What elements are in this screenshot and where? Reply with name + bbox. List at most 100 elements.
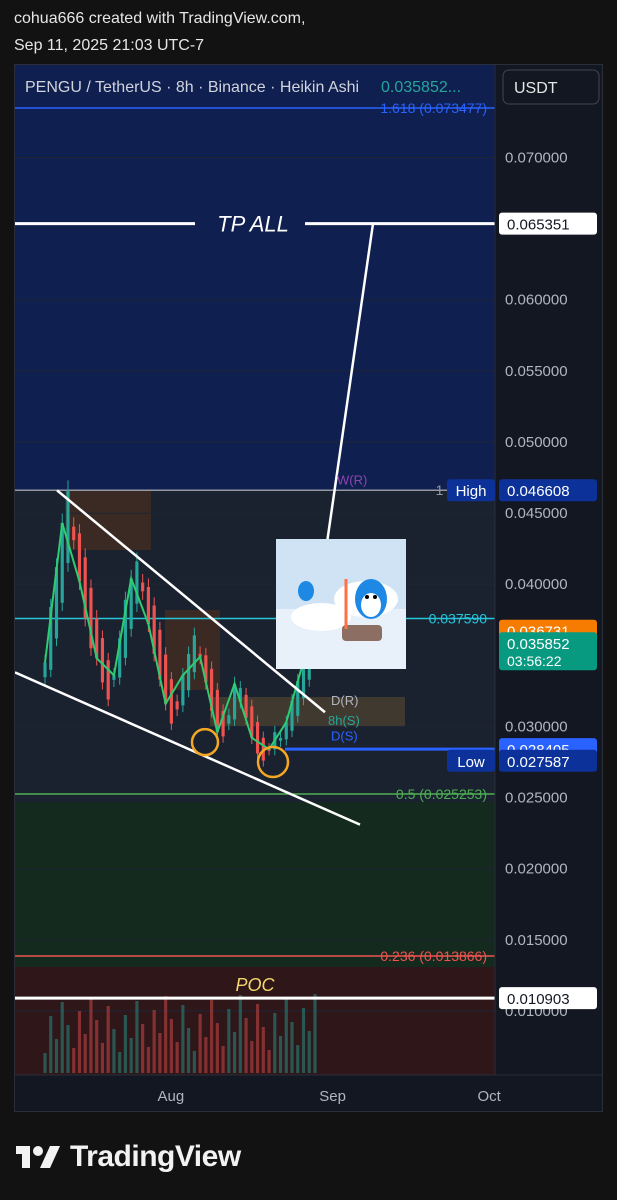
wr-label: W(R) (337, 472, 367, 487)
volume-bar (152, 1010, 156, 1073)
volume-bar (60, 1002, 64, 1073)
candle (187, 653, 191, 691)
symbol-title: PENGU / TetherUS · 8h · Binance · Heikin… (25, 79, 359, 96)
volume-bar (95, 1020, 99, 1073)
penguin-sticker-image (276, 539, 406, 669)
candle (72, 526, 76, 541)
candle (43, 662, 47, 678)
brand-name: TradingView (70, 1140, 241, 1173)
volume-bar (296, 1045, 300, 1073)
volume-bar (198, 1014, 202, 1073)
price-tag-value: 0.046608 (507, 483, 570, 500)
price-tag-badge-label: High (456, 483, 487, 500)
candle (227, 715, 231, 724)
candle (100, 638, 105, 683)
currency-label: USDT (514, 80, 558, 97)
volume-bar (66, 1025, 70, 1073)
volume-bar (106, 1006, 110, 1073)
volume-bar (112, 1029, 116, 1073)
volume-bar (301, 1008, 306, 1073)
y-tick-label: 0.060000 (505, 292, 568, 309)
volume-bar (164, 996, 168, 1073)
volume-bar (181, 1005, 185, 1073)
tradingview-logo-icon (16, 1146, 60, 1168)
volume-bar (49, 1016, 53, 1073)
x-tick-label: Oct (477, 1088, 501, 1105)
volume-bar (135, 1001, 139, 1073)
price-tag-countdown: 03:56:22 (507, 653, 562, 669)
volume-bar (118, 1052, 122, 1073)
tp-label: TP ALL (217, 212, 289, 237)
price-tag-value: 0.027587 (507, 754, 570, 771)
volume-bar (146, 1047, 150, 1073)
volume-bar (72, 1048, 76, 1073)
y-tick-label: 0.070000 (505, 149, 568, 166)
candle (278, 737, 283, 741)
volume-bar (129, 1038, 133, 1073)
fib-label: 1.618 (0.073477) (380, 100, 487, 116)
volume-bar (267, 1050, 271, 1073)
volume-bar (43, 1053, 47, 1073)
chart-frame[interactable]: 1.618 (0.073477)1 (0.0460.0375900.5 (0.0… (14, 64, 603, 1112)
volume-bar (187, 1028, 191, 1073)
tradingview-logo[interactable]: TradingView (16, 1140, 241, 1174)
y-tick-label: 0.045000 (505, 505, 568, 522)
support-zone (15, 802, 495, 967)
volume-bar (123, 1015, 128, 1073)
volume-bar (77, 1011, 82, 1073)
target-zone (15, 65, 495, 490)
volume-bar (83, 1034, 87, 1073)
volume-bar (169, 1019, 173, 1073)
volume-bar (141, 1024, 145, 1073)
volume-bar (290, 1022, 294, 1073)
fib-label: 0.236 (0.013866) (380, 948, 487, 964)
volume-bar (192, 1051, 196, 1073)
price-tag-value: 0.065351 (507, 217, 570, 234)
timestamp-line: Sep 11, 2025 21:03 UTC-7 (14, 37, 205, 54)
volume-bar (250, 1041, 254, 1073)
price-tag-value: 0.035852 (507, 636, 570, 653)
volume-bar (313, 994, 317, 1073)
volume-bar (204, 1037, 208, 1073)
volume-bar (273, 1013, 277, 1073)
fib-label: 0.037590 (429, 611, 488, 627)
volume-bar (158, 1033, 162, 1073)
y-tick-label: 0.050000 (505, 434, 568, 451)
volume-bar (232, 1032, 237, 1073)
volume-bar (261, 1027, 265, 1073)
candle (255, 722, 260, 754)
author-line: cohua666 created with TradingView.com, (14, 10, 306, 27)
price-tag-value: 0.010903 (507, 991, 570, 1008)
symbol-last-price: 0.035852... (381, 79, 461, 96)
volume-bar (238, 995, 242, 1073)
volume-bar (307, 1031, 311, 1073)
y-tick-label: 0.025000 (505, 790, 568, 807)
volume-bar (221, 1046, 225, 1073)
candle (192, 635, 196, 673)
volume-bar (227, 1009, 231, 1073)
price-tag-badge-label: Low (457, 754, 485, 771)
candle (106, 660, 110, 700)
ds-label: D(S) (331, 729, 358, 744)
candle (175, 701, 179, 710)
volume-bar (175, 1042, 179, 1073)
chart-svg[interactable]: 1.618 (0.073477)1 (0.0460.0375900.5 (0.0… (15, 65, 603, 1112)
volume-bar (255, 1004, 260, 1073)
dr-label: D(R) (331, 693, 358, 708)
candle (141, 582, 145, 592)
y-tick-label: 0.055000 (505, 363, 568, 380)
volume-bar (215, 1023, 219, 1073)
y-tick-label: 0.030000 (505, 718, 568, 735)
volume-bar (89, 997, 93, 1073)
y-tick-label: 0.040000 (505, 576, 568, 593)
volume-bar (284, 999, 288, 1073)
volume-bar (54, 1039, 59, 1073)
y-tick-label: 0.015000 (505, 932, 568, 949)
candle (169, 679, 173, 724)
volume-bar (100, 1043, 105, 1073)
fib-label: 0.5 (0.025253) (396, 786, 487, 802)
volume-bar (278, 1036, 283, 1073)
volume-bar (210, 1000, 214, 1073)
poc-label: POC (235, 975, 275, 995)
volume-bar (244, 1018, 248, 1073)
